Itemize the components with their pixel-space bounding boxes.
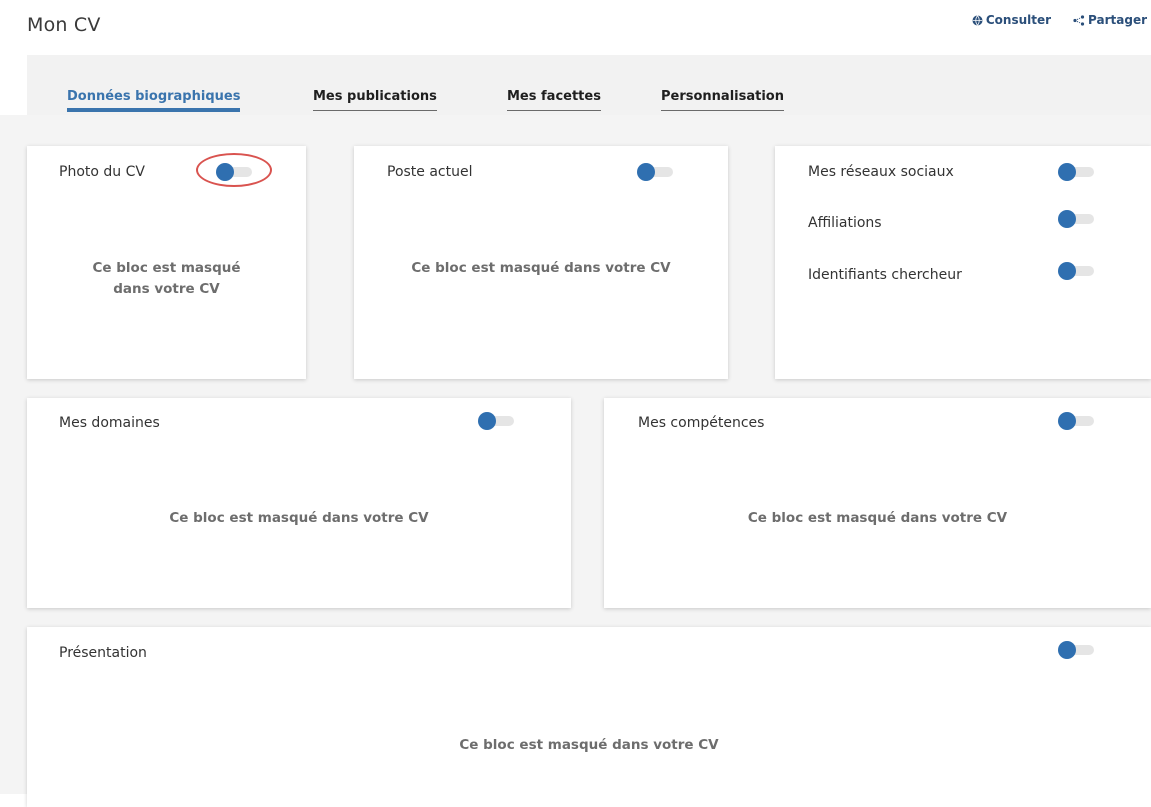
masked-message-photo: Ce bloc est masqué dans votre CV (27, 258, 306, 300)
tab-facets[interactable]: Mes facettes (507, 89, 601, 111)
toggle-knob (1058, 163, 1076, 181)
tab-personalization[interactable]: Personnalisation (661, 89, 784, 111)
toggle-knob (637, 163, 655, 181)
label-researcher-ids: Identifiants chercheur (808, 267, 962, 283)
label-affiliations: Affiliations (808, 215, 882, 231)
card-title-skills: Mes compétences (638, 415, 765, 431)
card-domains: Mes domaines Ce bloc est masqué dans vot… (27, 398, 571, 608)
masked-line-2: dans votre CV (113, 281, 220, 297)
page-title: Mon CV (27, 14, 101, 36)
card-title-photo: Photo du CV (59, 164, 145, 180)
toggle-knob (478, 412, 496, 430)
card-title-presentation: Présentation (59, 645, 147, 661)
card-title-domains: Mes domaines (59, 415, 160, 431)
consult-label: Consulter (985, 13, 1052, 27)
masked-message-presentation: Ce bloc est masqué dans votre CV (459, 737, 719, 753)
label-social-networks: Mes réseaux sociaux (808, 164, 954, 180)
highlight-ring (196, 153, 272, 187)
tab-publications[interactable]: Mes publications (313, 89, 437, 111)
tab-biographical-data[interactable]: Données biographiques (67, 89, 241, 112)
toggle-knob (1058, 412, 1076, 430)
tab-bar: Données biographiques Mes publications M… (27, 55, 1151, 115)
card-presentation: Présentation Ce bloc est masqué dans vot… (27, 627, 1151, 807)
toggle-knob (1058, 210, 1076, 228)
toggle-affiliations[interactable] (1058, 209, 1096, 229)
toggle-presentation[interactable] (1058, 640, 1096, 660)
toggle-knob (1058, 262, 1076, 280)
masked-message-domains: Ce bloc est masqué dans votre CV (169, 510, 429, 526)
card-title-position: Poste actuel (387, 164, 473, 180)
card-current-position: Poste actuel Ce bloc est masqué dans vot… (354, 146, 728, 379)
toggle-position[interactable] (637, 162, 675, 182)
toggle-domains[interactable] (478, 411, 516, 431)
consult-link[interactable]: Consulter (972, 13, 1051, 27)
share-icon (1073, 14, 1085, 26)
share-label: Partager (1088, 13, 1147, 27)
globe-icon (972, 15, 983, 26)
card-social-identifiers: Mes réseaux sociaux Affiliations Identif… (775, 146, 1151, 379)
top-actions: Consulter Partager (972, 13, 1147, 27)
masked-message-skills: Ce bloc est masqué dans votre CV (747, 510, 1008, 526)
toggle-knob (1058, 641, 1076, 659)
toggle-skills[interactable] (1058, 411, 1096, 431)
share-link[interactable]: Partager (1073, 13, 1147, 27)
toggle-researcher-ids[interactable] (1058, 261, 1096, 281)
card-skills: Mes compétences Ce bloc est masqué dans … (604, 398, 1151, 608)
card-photo: Photo du CV Ce bloc est masqué dans votr… (27, 146, 306, 379)
masked-line-1: Ce bloc est masqué (92, 260, 241, 276)
masked-message-position: Ce bloc est masqué dans votre CV (411, 260, 671, 276)
toggle-social-networks[interactable] (1058, 162, 1096, 182)
